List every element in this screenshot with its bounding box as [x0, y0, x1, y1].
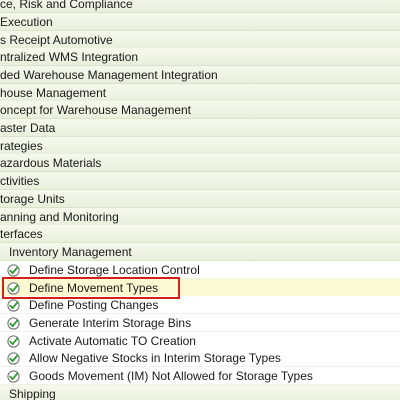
execute-activity-icon[interactable]	[7, 299, 20, 312]
tree-row-label: oncept for Warehouse Management	[0, 103, 191, 117]
tree-row-label: anning and Monitoring	[0, 210, 119, 224]
tree-row-label: Shipping	[9, 387, 56, 400]
tree-node-azardous-materials[interactable]: azardous Materials	[0, 154, 400, 172]
tree-row-label: ce, Risk and Compliance	[0, 0, 133, 11]
tree-row-label: Activate Automatic TO Creation	[29, 334, 196, 348]
tree-row-label: Define Movement Types	[29, 281, 159, 295]
tree-row-label: Define Posting Changes	[29, 298, 159, 312]
tree-node-ded-warehouse-management-integration[interactable]: ded Warehouse Management Integration	[0, 66, 400, 84]
tree-row-label: Inventory Management	[9, 245, 132, 259]
tree-node-ntralized-wms-integration[interactable]: ntralized WMS Integration	[0, 48, 400, 66]
tree-row-label: Goods Movement (IM) Not Allowed for Stor…	[29, 369, 313, 383]
tree-row-label: rategies	[0, 139, 43, 153]
tree-activity-define-posting-changes[interactable]: Define Posting Changes	[0, 296, 400, 314]
tree-activity-goods-movement-im-not-allowed-for-storage-types[interactable]: Goods Movement (IM) Not Allowed for Stor…	[0, 367, 400, 385]
tree-activity-define-movement-types[interactable]: Define Movement Types	[0, 279, 400, 297]
tree-activity-allow-negative-stocks-in-interim-storage-types[interactable]: Allow Negative Stocks in Interim Storage…	[0, 349, 400, 367]
execute-activity-icon[interactable]	[7, 282, 20, 295]
tree-row-label: ntralized WMS Integration	[0, 50, 139, 64]
tree-row-label: ded Warehouse Management Integration	[0, 68, 218, 82]
img-tree: ce, Risk and Compliance Execution s Receip…	[0, 0, 400, 400]
execute-activity-icon[interactable]	[7, 352, 20, 365]
tree-row-label: terfaces	[0, 227, 43, 241]
tree-activity-activate-automatic-to-creation[interactable]: Activate Automatic TO Creation	[0, 332, 400, 350]
tree-node-oncept-for-warehouse-management[interactable]: oncept for Warehouse Management	[0, 101, 400, 119]
tree-node-ce-risk-and-compliance[interactable]: ce, Risk and Compliance	[0, 0, 400, 13]
tree-node-rategies[interactable]: rategies	[0, 137, 400, 155]
tree-node-aster-data[interactable]: aster Data	[0, 119, 400, 137]
tree-row-label: Execution	[0, 15, 53, 29]
tree-node-inventory-management[interactable]: Inventory Management	[0, 243, 400, 261]
execute-activity-icon[interactable]	[7, 335, 20, 348]
tree-row-label: house Management	[0, 86, 107, 100]
tree-row-label: aster Data	[0, 121, 56, 135]
tree-node-house-management[interactable]: house Management	[0, 84, 400, 102]
tree-node-anning-and-monitoring[interactable]: anning and Monitoring	[0, 208, 400, 226]
tree-activity-generate-interim-storage-bins[interactable]: Generate Interim Storage Bins	[0, 314, 400, 332]
execute-activity-icon[interactable]	[7, 317, 20, 330]
tree-row-label: torage Units	[0, 192, 65, 206]
tree-row-label: Generate Interim Storage Bins	[29, 316, 192, 330]
execute-activity-icon[interactable]	[7, 370, 20, 383]
tree-node-s-receipt-automotive[interactable]: s Receipt Automotive	[0, 31, 400, 49]
tree-node-shipping[interactable]: Shipping	[0, 385, 400, 400]
tree-row-label: ctivities	[0, 174, 40, 188]
tree-node-terfaces[interactable]: terfaces	[0, 225, 400, 243]
tree-activity-define-storage-location-control[interactable]: Define Storage Location Control	[0, 261, 400, 279]
tree-node-torage-units[interactable]: torage Units	[0, 190, 400, 208]
tree-node-ctivities[interactable]: ctivities	[0, 172, 400, 190]
tree-row-label: Define Storage Location Control	[29, 263, 200, 277]
execute-activity-icon[interactable]	[7, 264, 20, 277]
tree-row-label: azardous Materials	[0, 156, 102, 170]
tree-node-execution[interactable]: Execution	[0, 13, 400, 31]
tree-row-label: Allow Negative Stocks in Interim Storage…	[29, 351, 281, 365]
tree-row-label: s Receipt Automotive	[0, 33, 113, 47]
